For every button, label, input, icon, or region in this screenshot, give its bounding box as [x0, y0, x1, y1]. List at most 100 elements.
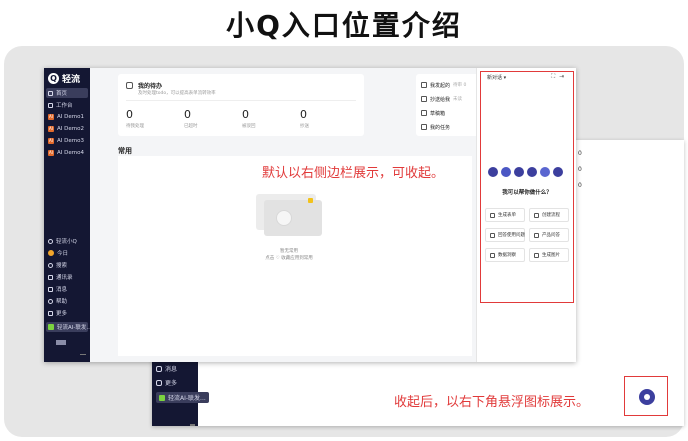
sidebar-item-messages[interactable]: 消息	[156, 364, 177, 373]
contacts-icon	[48, 274, 53, 280]
sidebar-item-more[interactable]: 更多	[46, 308, 88, 318]
card-shape	[264, 200, 322, 236]
sidebar-highlight-box	[480, 71, 574, 303]
assistant-fab-icon[interactable]	[639, 389, 655, 405]
grid-icon	[156, 379, 162, 386]
sidebar-item-search[interactable]: 搜索	[46, 260, 88, 270]
common-panel: 暂无常用 点击 ♡ 收藏应用到常用	[118, 156, 472, 356]
sidebar-item-ai-demo4[interactable]: AI AI Demo4	[46, 148, 88, 158]
sidebar-item-label: 消息	[56, 287, 68, 293]
collapsed-caption: 收起后，以右下角悬浮图标展示。	[394, 395, 590, 410]
bell-icon	[156, 365, 162, 372]
stat-value: 0	[300, 108, 307, 121]
stats-column: 0 0 0	[578, 150, 594, 208]
todo-card: 我的待办 及时处理todo，可以提高表单流转效率 0 待我处理 0 已超时 0 …	[118, 74, 364, 136]
sidebar-item-home[interactable]: 首页	[46, 88, 88, 98]
sidebar-item-label: 更多	[165, 380, 178, 387]
ai-app-icon: AI	[48, 114, 54, 120]
empty-illustration	[256, 194, 322, 242]
sidebar-item-label: AI Demo2	[57, 126, 84, 132]
grid-icon	[48, 102, 53, 108]
sidebar-item-label: 今日	[57, 251, 69, 257]
todo-stat[interactable]: 0 抄送	[300, 108, 340, 129]
stat-label: 已超时	[184, 124, 198, 129]
sidebar-item-ai-demo2[interactable]: AI AI Demo2	[46, 124, 88, 134]
sidebar-item-workspace[interactable]: 轻流AI-联发...	[156, 392, 209, 403]
sidebar-item-label: 工作台	[56, 103, 73, 109]
stat-value: 0	[184, 108, 191, 121]
sidebar-item-label: 更多	[56, 311, 68, 317]
collapse-icon[interactable]	[80, 354, 86, 357]
stat-value: 0	[242, 108, 249, 121]
sidebar-item-label: 消息	[165, 366, 178, 373]
sidebar-item-label: AI Demo4	[57, 150, 84, 156]
bell-icon	[48, 286, 53, 292]
star-icon	[308, 198, 313, 203]
todo-stat[interactable]: 0 被驳回	[242, 108, 282, 129]
sidebar-item-today[interactable]: 今日	[46, 248, 88, 258]
collapse-icon[interactable]	[190, 424, 195, 426]
send-icon	[421, 82, 427, 88]
todo-stat[interactable]: 0 已超时	[184, 108, 224, 129]
sidebar-item-ai-demo1[interactable]: AI AI Demo1	[46, 112, 88, 122]
robot-icon	[276, 210, 292, 226]
ai-app-icon: AI	[48, 138, 54, 144]
sidebar-item-label: 轻流AI-联发...	[168, 395, 206, 402]
logo-icon: Q	[48, 73, 59, 84]
stat-label: 抄送	[300, 124, 309, 129]
app-logo[interactable]: Q 轻流	[48, 72, 80, 85]
quick-item-label: 我发起的	[430, 82, 451, 89]
draft-icon	[421, 110, 427, 116]
quick-item-tag: 待审 0	[453, 83, 467, 88]
task-icon	[421, 124, 427, 130]
today-icon	[48, 250, 54, 256]
sidebar-item-messages[interactable]: 消息	[46, 284, 88, 294]
quick-item-label: 草稿箱	[430, 110, 446, 117]
quick-item-tag: 未读	[453, 97, 463, 102]
stat-label: 被驳回	[242, 124, 256, 129]
expanded-caption: 默认以右侧边栏展示，可收起。	[262, 166, 445, 181]
home-icon	[48, 90, 53, 96]
app-name: 轻流	[62, 75, 81, 85]
cc-icon	[421, 96, 427, 102]
sidebar-item-assistant[interactable]: 轻流小Q	[46, 236, 88, 246]
avatar[interactable]	[56, 340, 66, 345]
stat-value: 0	[578, 182, 582, 189]
grid-icon	[48, 310, 53, 316]
todo-title: 我的待办	[138, 83, 163, 90]
quick-item-label: 我的任务	[430, 124, 451, 131]
sidebar-item-label: 帮助	[56, 299, 68, 305]
assistant-icon	[48, 238, 53, 244]
stat-value: 0	[126, 108, 133, 121]
sidebar-item-label: 搜索	[56, 263, 68, 269]
stat-label: 待我处理	[126, 124, 144, 129]
sidebar-item-label: 通讯录	[56, 275, 73, 281]
search-icon	[48, 262, 53, 268]
quick-item-label: 抄送给我	[430, 96, 451, 103]
sidebar-item-contacts[interactable]: 通讯录	[46, 272, 88, 282]
checkbox-icon	[126, 82, 133, 89]
sidebar-item-more[interactable]: 更多	[156, 378, 177, 387]
workspace-icon	[159, 394, 165, 401]
sidebar-item-ai-demo3[interactable]: AI AI Demo3	[46, 136, 88, 146]
empty-state-hint: 点击 ♡ 收藏应用到常用	[265, 256, 313, 261]
collapsed-sidebar: 消息 更多 轻流AI-联发...	[152, 358, 209, 426]
empty-state-title: 暂无常用	[280, 249, 298, 254]
sidebar-item-label: 首页	[56, 91, 68, 97]
stat-value: 0	[578, 166, 582, 173]
main-content: 我的待办 及时处理todo，可以提高表单流转效率 0 待我处理 0 已超时 0 …	[90, 68, 494, 362]
fab-highlight-box	[624, 376, 668, 416]
sidebar-item-label: AI Demo1	[57, 114, 84, 120]
ai-app-icon: AI	[48, 150, 54, 156]
sidebar-item-label: 轻流AI-联发...	[57, 325, 92, 331]
sidebar: Q 轻流 首页 工作台 AI AI Demo1 AI AI Demo2 AI A…	[44, 68, 92, 362]
workspace-icon	[48, 324, 54, 330]
sidebar-item-help[interactable]: 帮助	[46, 296, 88, 306]
page-title: 小Q入口位置介绍	[226, 9, 462, 42]
sidebar-item-workbench[interactable]: 工作台	[46, 100, 88, 110]
common-section-title: 常用	[118, 147, 132, 155]
sidebar-item-workspace[interactable]: 轻流AI-联发...	[46, 322, 92, 332]
help-icon	[48, 298, 53, 304]
todo-stat[interactable]: 0 待我处理	[126, 108, 166, 129]
sidebar-item-label: 轻流小Q	[56, 239, 77, 245]
